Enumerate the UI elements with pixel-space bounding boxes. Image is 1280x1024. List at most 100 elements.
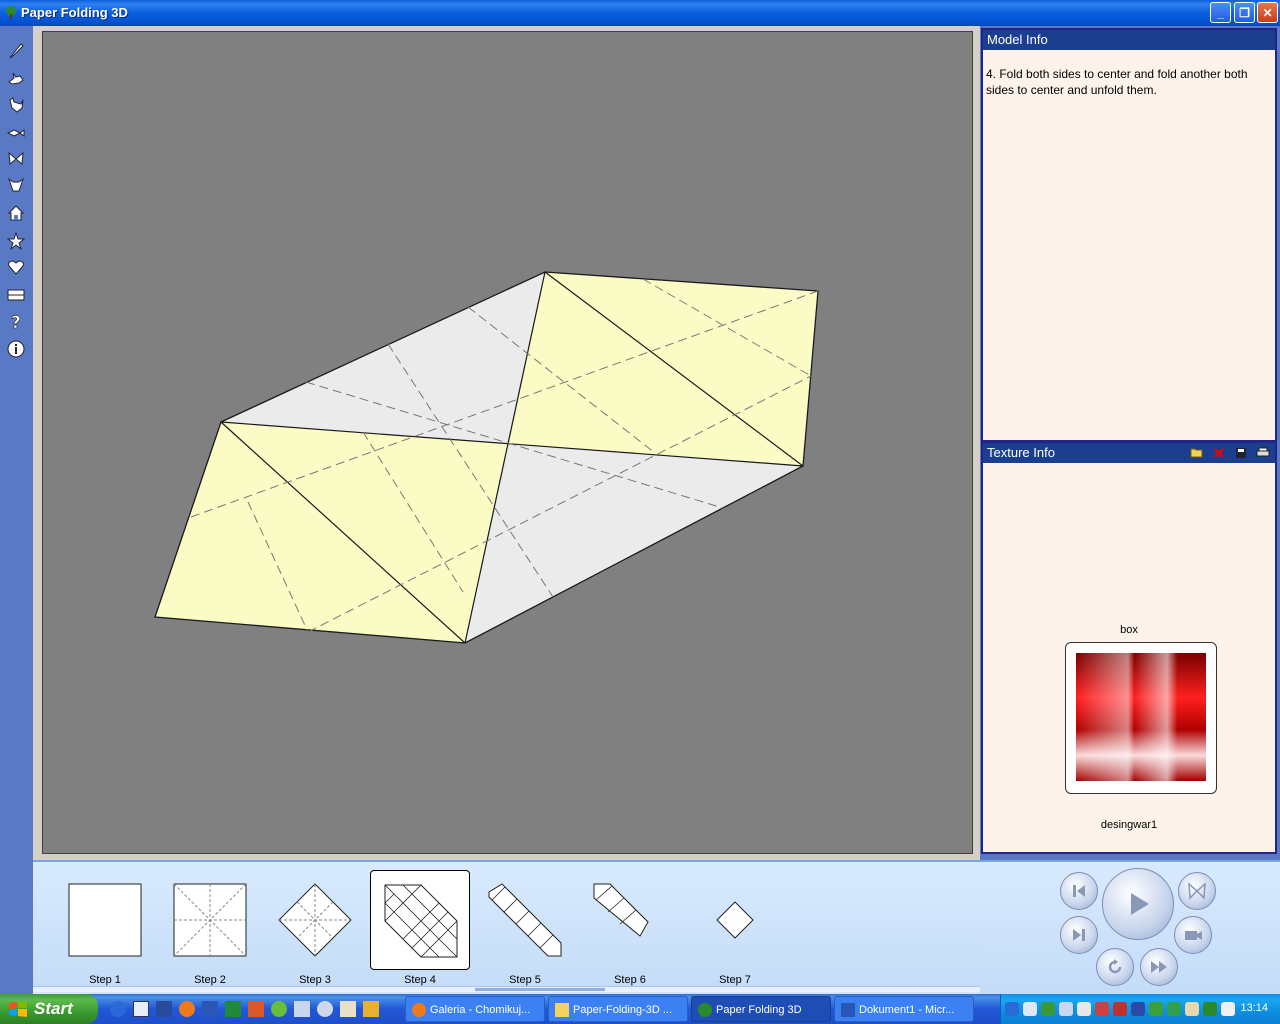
play-icon: [1131, 893, 1149, 915]
delete-icon[interactable]: [1211, 446, 1227, 460]
repeat-button[interactable]: [1096, 948, 1134, 986]
search-icon[interactable]: [317, 1001, 333, 1017]
tray-update-icon[interactable]: [1149, 1002, 1163, 1016]
fast-forward-button[interactable]: [1140, 948, 1178, 986]
paper-model: [154, 271, 819, 644]
step-7-diagram: [716, 901, 754, 939]
play-button[interactable]: [1102, 868, 1174, 940]
tray-bluetooth-icon[interactable]: [1131, 1002, 1145, 1016]
word-icon: [841, 1003, 855, 1017]
firefox-icon: [412, 1003, 426, 1017]
network-icon[interactable]: [294, 1001, 310, 1017]
texture-thumbnail[interactable]: [1065, 642, 1217, 794]
heart-icon[interactable]: [5, 256, 27, 278]
house-icon[interactable]: [5, 202, 27, 224]
tray-arrow-icon[interactable]: [1005, 1002, 1019, 1016]
task-dokument1[interactable]: Dokument1 - Micr...: [834, 996, 974, 1022]
save-icon[interactable]: [156, 1001, 172, 1017]
model-info-header: Model Info: [983, 30, 1275, 50]
task-paper-folding-folder[interactable]: Paper-Folding-3D ...: [548, 996, 688, 1022]
app-launcher-icon[interactable]: [363, 1001, 379, 1017]
skip-forward-icon: [1073, 929, 1085, 941]
step-3[interactable]: Step 3: [265, 870, 365, 986]
folder-icon: [555, 1003, 569, 1017]
task-paper-folding-3d[interactable]: Paper Folding 3D: [691, 996, 831, 1022]
system-tray: 13:14: [1000, 994, 1280, 1024]
tray-keyboard-icon[interactable]: [1185, 1002, 1199, 1016]
scroll-thumb[interactable]: [475, 988, 605, 991]
title-bar: Paper Folding 3D _ ❐ ✕: [0, 0, 1280, 26]
media-icon[interactable]: [271, 1001, 287, 1017]
step-1-diagram: [68, 883, 142, 957]
fast-forward-icon: [1151, 961, 1167, 973]
step-label: Step 7: [719, 974, 751, 986]
texture-info-title: Texture Info: [987, 445, 1055, 460]
texture-caption: desingwar1: [1100, 819, 1158, 831]
tray-display-icon[interactable]: [1059, 1002, 1073, 1016]
next-step-button[interactable]: [1060, 916, 1098, 954]
minimize-button[interactable]: _: [1210, 2, 1231, 23]
task-galeria[interactable]: Galeria - Chomikuj...: [405, 996, 545, 1022]
tray-virus-icon[interactable]: [1113, 1002, 1127, 1016]
star-icon[interactable]: [5, 230, 27, 252]
bull-icon[interactable]: [5, 174, 27, 196]
start-button[interactable]: Start: [0, 994, 98, 1024]
powerpoint-icon[interactable]: [248, 1001, 264, 1017]
ie-icon[interactable]: [110, 1001, 126, 1017]
3d-viewport[interactable]: [42, 31, 973, 854]
step-2[interactable]: Step 2: [160, 870, 260, 986]
camera-button[interactable]: [1174, 916, 1212, 954]
rabbit-icon[interactable]: [5, 68, 27, 90]
texture-tools: [1189, 446, 1271, 460]
firefox-icon[interactable]: [179, 1001, 195, 1017]
step-label: Step 5: [509, 974, 541, 986]
excel-icon[interactable]: [225, 1001, 241, 1017]
print-icon[interactable]: [1255, 446, 1271, 460]
step-label: Step 4: [404, 974, 436, 986]
help-icon[interactable]: ?: [5, 310, 27, 332]
step-4-diagram: [384, 884, 458, 958]
step-label: Step 6: [614, 974, 646, 986]
butterfly-icon: [1188, 882, 1206, 900]
tray-app-icon[interactable]: [1041, 1002, 1055, 1016]
minimize-icon: _: [1217, 5, 1224, 20]
save-icon[interactable]: [1233, 446, 1249, 460]
step-label: Step 2: [194, 974, 226, 986]
close-button[interactable]: ✕: [1257, 2, 1278, 23]
step-6[interactable]: Step 6: [580, 870, 680, 986]
tray-security-icon[interactable]: [1095, 1002, 1109, 1016]
step-2-diagram: [173, 883, 247, 957]
box-icon[interactable]: [5, 284, 27, 306]
chess-icon[interactable]: [340, 1001, 356, 1017]
rooster-icon[interactable]: [5, 94, 27, 116]
first-step-button[interactable]: [1060, 872, 1098, 910]
butterfly-icon[interactable]: [5, 148, 27, 170]
step-7[interactable]: Step 7: [685, 870, 785, 986]
step-6-diagram: [593, 883, 649, 937]
maximize-button[interactable]: ❐: [1234, 2, 1255, 23]
desktop-icon[interactable]: [133, 1001, 149, 1017]
tray-safely-remove-icon[interactable]: [1221, 1002, 1235, 1016]
tray-app2-icon[interactable]: [1203, 1002, 1217, 1016]
open-folder-icon[interactable]: [1189, 446, 1205, 460]
fish-icon[interactable]: [5, 122, 27, 144]
word-icon[interactable]: [202, 1001, 218, 1017]
restore-icon: ❐: [1239, 5, 1250, 20]
steps-scrollbar[interactable]: [33, 986, 980, 992]
tray-sound-icon[interactable]: [1077, 1002, 1091, 1016]
brush-icon[interactable]: [5, 40, 27, 62]
step-label: Step 3: [299, 974, 331, 986]
clock: 13:14: [1240, 1002, 1268, 1014]
tray-connection-icon[interactable]: [1167, 1002, 1181, 1016]
step-1[interactable]: Step 1: [55, 870, 155, 986]
steps-bar: Step 1 Step 2 Step 3 Step 4 Step 5 Step …: [33, 860, 980, 994]
tray-network-icon[interactable]: [1023, 1002, 1037, 1016]
step-4[interactable]: Step 4: [370, 870, 470, 986]
texture-info-panel: Texture Info box desingwar1: [981, 441, 1277, 854]
info-icon[interactable]: [5, 338, 27, 360]
task-label: Dokument1 - Micr...: [859, 1004, 955, 1016]
preview-button[interactable]: [1178, 872, 1216, 910]
app-icon: [698, 1003, 712, 1017]
step-5[interactable]: Step 5: [475, 870, 575, 986]
step-3-diagram: [278, 883, 352, 957]
